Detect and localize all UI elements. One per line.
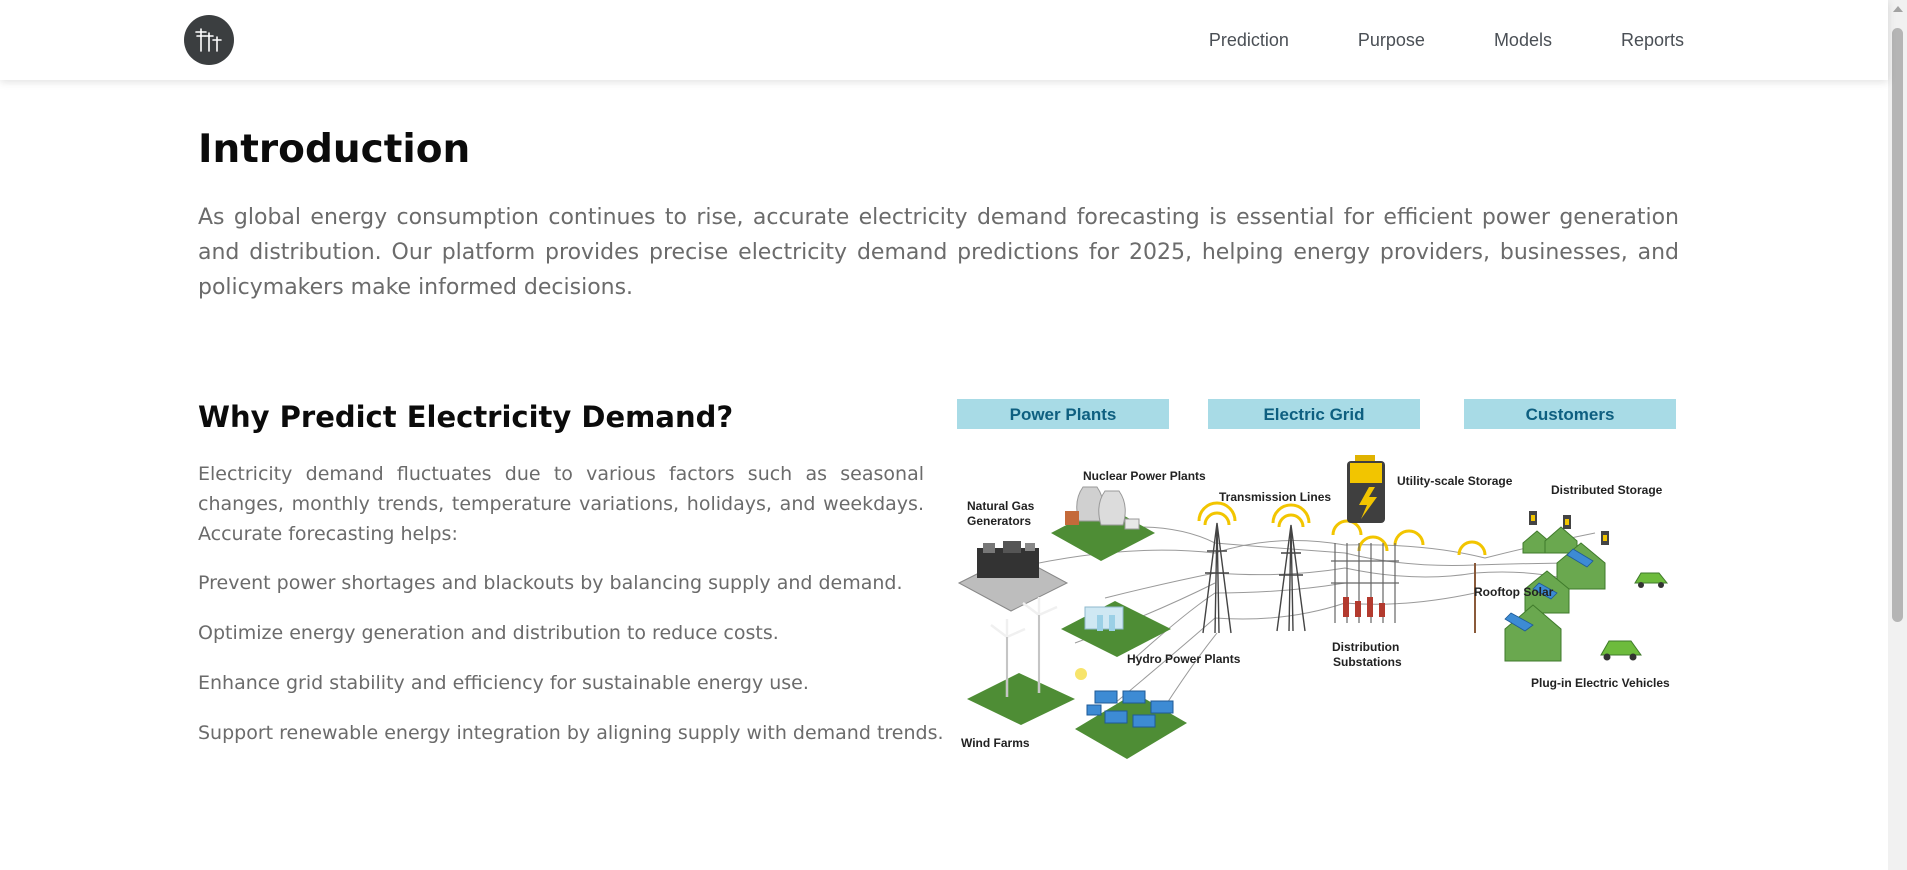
nav-purpose[interactable]: Purpose (1358, 30, 1425, 51)
utility-storage-battery (1347, 455, 1385, 523)
benefit-item: Support renewable energy integration by … (198, 722, 944, 744)
label-rooftop-solar: Rooftop Solar (1474, 585, 1554, 599)
label-distribution: Distribution (1332, 640, 1399, 654)
label-nuclear: Nuclear Power Plants (1083, 469, 1206, 483)
nav-reports[interactable]: Reports (1621, 30, 1684, 51)
header-customers: Customers (1526, 405, 1615, 424)
why-title: Why Predict Electricity Demand? (198, 400, 734, 434)
diagram-headers: Power Plants Electric Grid Customers (957, 399, 1676, 429)
intro-text: As global energy consumption continues t… (198, 205, 1679, 300)
distribution-substation (1331, 543, 1399, 623)
nav-menu: Prediction Purpose Models Reports (1140, 0, 1684, 80)
why-text: Electricity demand fluctuates due to var… (198, 463, 924, 545)
label-plugin-ev: Plug-in Electric Vehicles (1531, 676, 1670, 690)
nav-prediction[interactable]: Prediction (1209, 30, 1289, 51)
solar-farm (1075, 668, 1187, 759)
wind-farm (967, 597, 1075, 725)
power-line-icon (195, 28, 222, 52)
label-distributed-storage: Distributed Storage (1551, 483, 1663, 497)
scrollbar[interactable] (1888, 0, 1907, 870)
intro-title: Introduction (198, 127, 471, 172)
benefit-item: Enhance grid stability and efficiency fo… (198, 672, 809, 694)
logo[interactable] (184, 15, 234, 65)
benefit-item: Optimize energy generation and distribut… (198, 622, 779, 644)
label-substations: Substations (1333, 655, 1402, 669)
nuclear-plant (1051, 486, 1155, 561)
label-transmission: Transmission Lines (1219, 490, 1331, 504)
label-natural-gas: Natural Gas (967, 499, 1035, 513)
header-electric-grid: Electric Grid (1263, 405, 1364, 424)
scrollbar-thumb[interactable] (1892, 28, 1903, 622)
label-wind: Wind Farms (961, 736, 1030, 750)
header-power-plants: Power Plants (1010, 405, 1117, 424)
scroll-up-icon[interactable] (1893, 6, 1903, 12)
navbar: Prediction Purpose Models Reports (0, 0, 1888, 80)
label-hydro: Hydro Power Plants (1127, 652, 1241, 666)
benefit-item: Prevent power shortages and blackouts by… (198, 572, 903, 594)
label-generators: Generators (967, 514, 1031, 528)
hydro-plant (1061, 601, 1171, 657)
nav-models[interactable]: Models (1494, 30, 1552, 51)
natural-gas-generator (957, 541, 1069, 612)
label-utility-storage: Utility-scale Storage (1397, 474, 1513, 488)
electricity-grid-diagram: Power Plants Electric Grid Customers Nat… (957, 399, 1676, 759)
